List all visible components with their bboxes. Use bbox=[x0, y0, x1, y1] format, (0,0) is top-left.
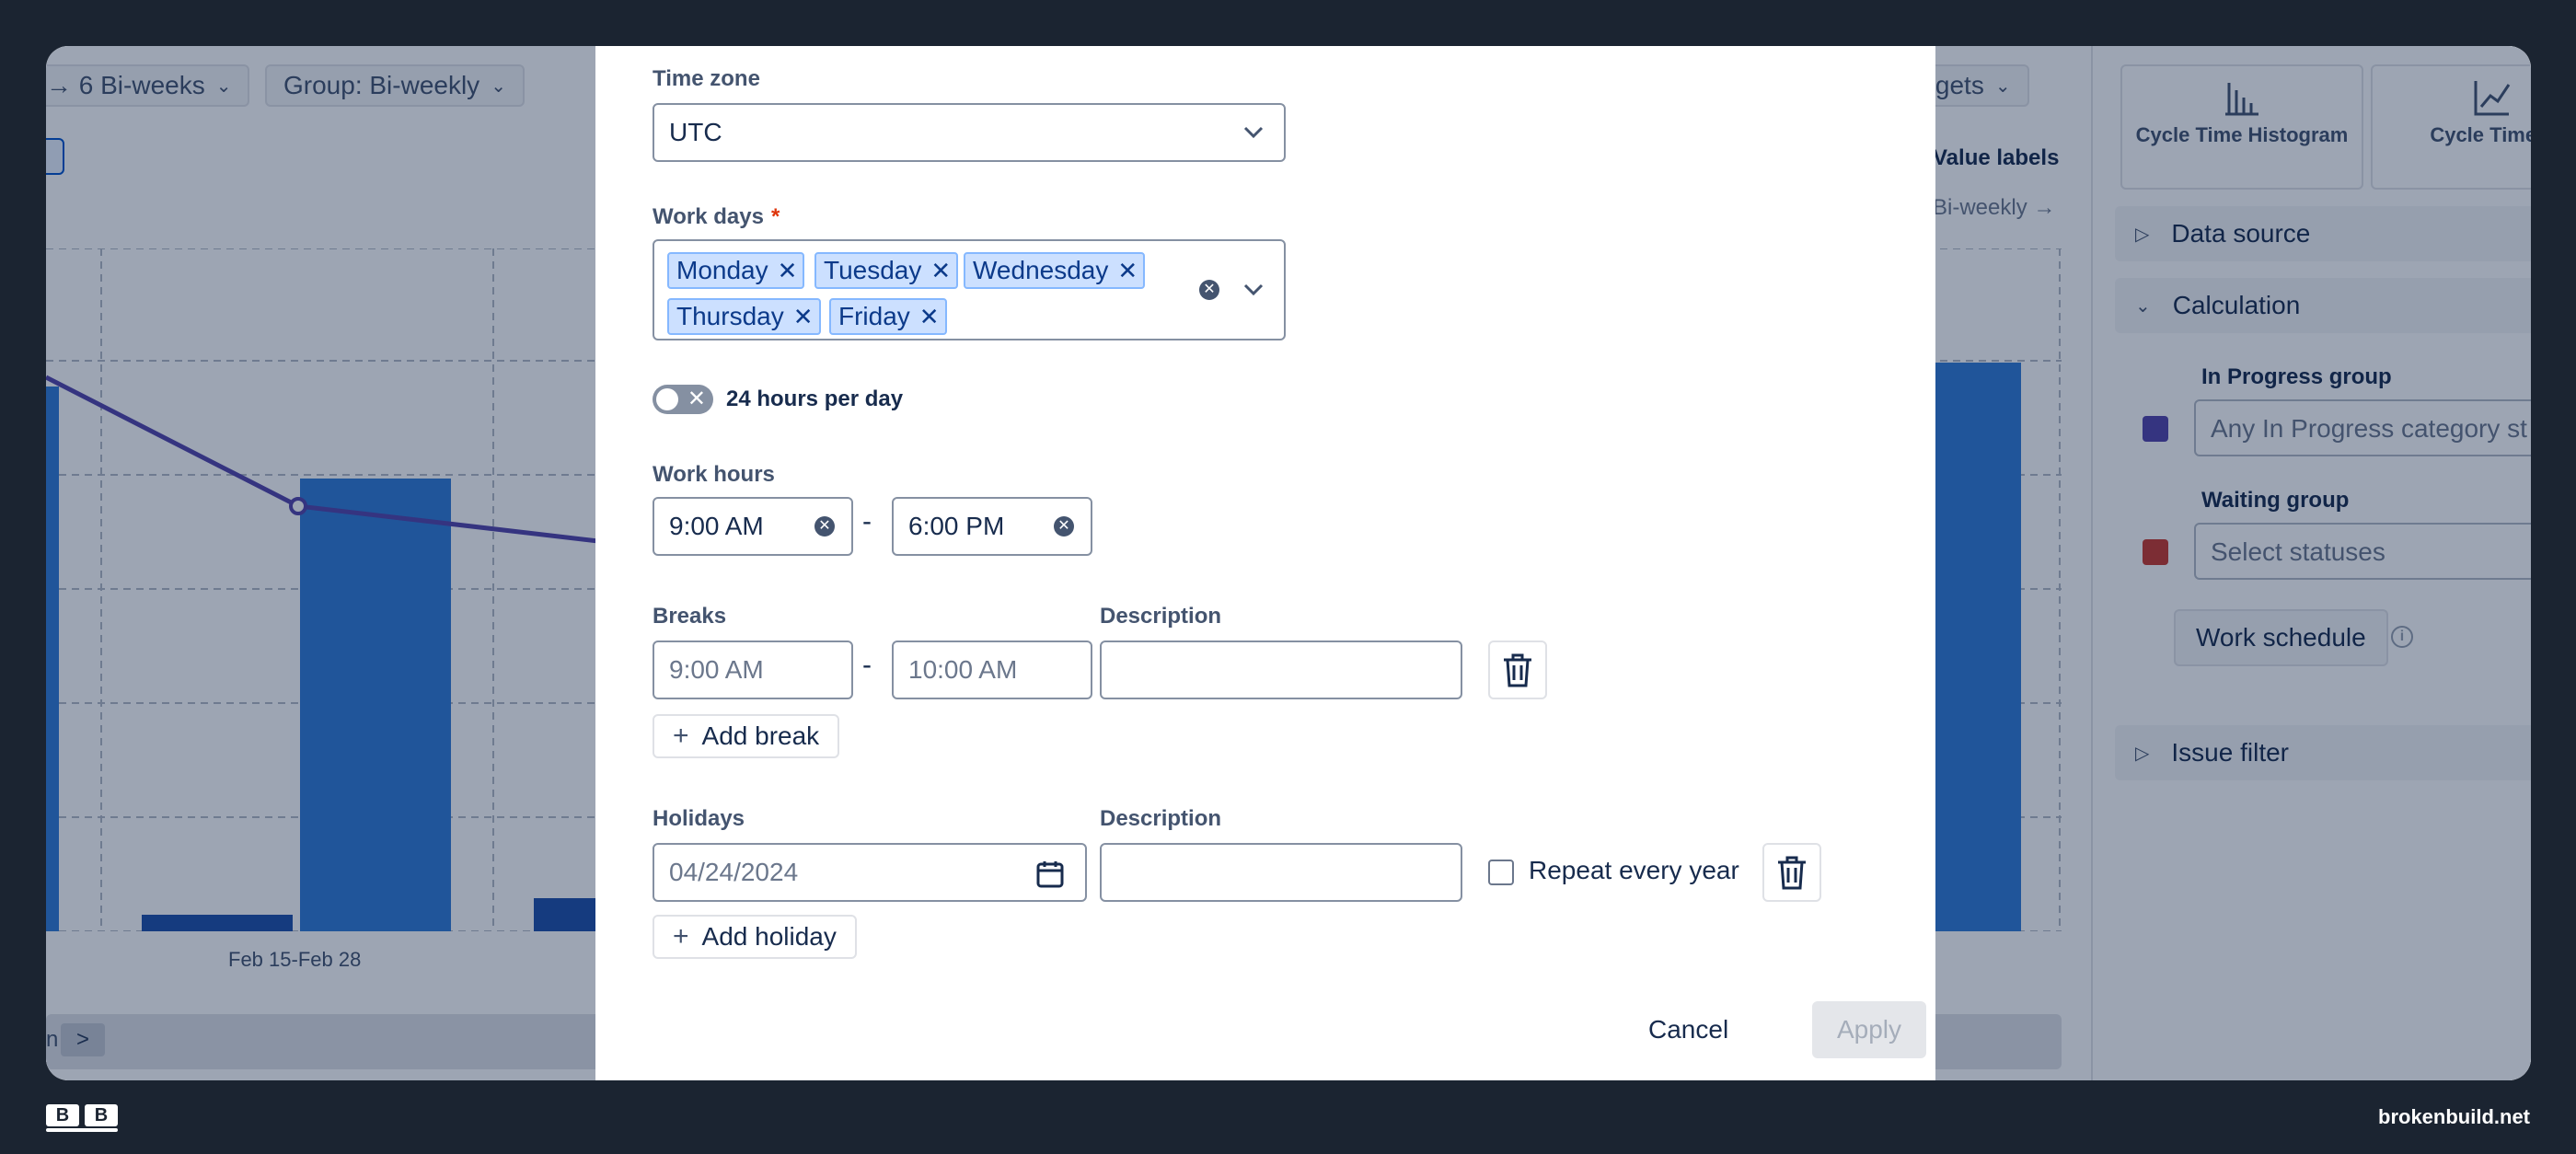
clear-icon[interactable]: ✕ bbox=[1054, 516, 1074, 537]
repeat-every-year-label: Repeat every year bbox=[1529, 856, 1739, 884]
work-day-tag: Thursday ✕ bbox=[667, 298, 821, 335]
trash-icon bbox=[1778, 856, 1806, 890]
holidays-label: Holidays bbox=[653, 806, 745, 831]
clear-icon[interactable]: ✕ bbox=[1199, 280, 1219, 300]
add-break-button[interactable]: + Add break bbox=[653, 714, 840, 758]
holiday-description-label: Description bbox=[1100, 806, 1222, 831]
remove-tag-icon[interactable]: ✕ bbox=[1117, 257, 1138, 285]
chevron-down-icon bbox=[1243, 126, 1264, 139]
logo-letter: B bbox=[85, 1104, 118, 1126]
brokenbuild-logo: B B bbox=[46, 1104, 118, 1132]
add-holiday-label: Add holiday bbox=[701, 922, 837, 951]
holiday-date-input[interactable]: 04/24/2024 bbox=[653, 843, 1087, 902]
hours-per-day-label: 24 hours per day bbox=[726, 387, 904, 411]
breaks-label: Breaks bbox=[653, 604, 727, 629]
work-schedule-dialog: Time zone UTC Work days * Monday ✕ Tuesda… bbox=[595, 46, 1935, 1080]
holiday-description-input[interactable] bbox=[1100, 843, 1462, 902]
chevron-down-icon[interactable] bbox=[1243, 283, 1264, 296]
break-end-input[interactable]: 10:00 AM bbox=[892, 640, 1092, 699]
site-name[interactable]: brokenbuild.net bbox=[2378, 1105, 2530, 1129]
work-day-tag: Tuesday ✕ bbox=[814, 252, 959, 289]
time-zone-label: Time zone bbox=[653, 66, 760, 91]
logo-letter: B bbox=[46, 1104, 79, 1126]
work-day-tag: Wednesday ✕ bbox=[964, 252, 1146, 289]
range-separator: - bbox=[862, 650, 872, 680]
clear-icon[interactable]: ✕ bbox=[814, 516, 835, 537]
break-description-label: Description bbox=[1100, 604, 1222, 629]
work-day-tag: Monday ✕ bbox=[667, 252, 805, 289]
break-description-input[interactable] bbox=[1100, 640, 1462, 699]
trash-icon bbox=[1504, 653, 1531, 687]
remove-tag-icon[interactable]: ✕ bbox=[919, 303, 940, 331]
cancel-button[interactable]: Cancel bbox=[1628, 1001, 1749, 1058]
work-hours-end[interactable]: 6:00 PM ✕ bbox=[892, 497, 1092, 556]
toggle-off-icon: ✕ bbox=[687, 387, 706, 411]
break-start-input[interactable]: 9:00 AM bbox=[653, 640, 853, 699]
work-hours-end-value: 6:00 PM bbox=[908, 512, 1005, 540]
work-hours-start[interactable]: 9:00 AM ✕ bbox=[653, 497, 853, 556]
range-separator: - bbox=[862, 506, 872, 537]
delete-break-button[interactable] bbox=[1488, 640, 1547, 699]
work-days-label-text: Work days bbox=[653, 204, 764, 229]
logo-underline bbox=[46, 1128, 118, 1132]
hours-per-day-toggle[interactable]: ✕ bbox=[653, 385, 713, 414]
work-hours-label: Work hours bbox=[653, 462, 775, 487]
work-day-tag: Friday ✕ bbox=[829, 298, 947, 335]
plus-icon: + bbox=[673, 921, 689, 952]
work-days-multiselect[interactable]: Monday ✕ Tuesday ✕ Wednesday ✕ Thursday … bbox=[653, 239, 1286, 340]
work-day-tag-label: Friday bbox=[838, 302, 910, 330]
work-days-label: Work days * bbox=[653, 204, 780, 230]
required-marker: * bbox=[770, 204, 780, 229]
work-hours-start-value: 9:00 AM bbox=[669, 512, 764, 540]
add-holiday-button[interactable]: + Add holiday bbox=[653, 915, 857, 959]
add-break-label: Add break bbox=[701, 721, 820, 750]
apply-button[interactable]: Apply bbox=[1812, 1001, 1926, 1058]
calendar-icon[interactable] bbox=[1035, 860, 1065, 889]
remove-tag-icon[interactable]: ✕ bbox=[793, 303, 814, 331]
delete-holiday-button[interactable] bbox=[1762, 843, 1821, 902]
remove-tag-icon[interactable]: ✕ bbox=[778, 257, 798, 285]
plus-icon: + bbox=[673, 721, 689, 751]
work-day-tag-label: Thursday bbox=[676, 302, 784, 330]
time-zone-select[interactable]: UTC bbox=[653, 103, 1286, 162]
time-zone-value: UTC bbox=[669, 118, 722, 146]
work-day-tag-label: Monday bbox=[676, 256, 768, 284]
app-window: → 6 Bi-weeks ⌄ Group: Bi-weekly ⌄ argets… bbox=[46, 46, 2531, 1080]
break-end-placeholder: 10:00 AM bbox=[908, 655, 1018, 684]
break-start-placeholder: 9:00 AM bbox=[669, 655, 764, 684]
toggle-knob bbox=[656, 388, 678, 410]
work-day-tag-label: Wednesday bbox=[973, 256, 1109, 284]
remove-tag-icon[interactable]: ✕ bbox=[930, 257, 951, 285]
work-day-tag-label: Tuesday bbox=[824, 256, 922, 284]
holiday-date-placeholder: 04/24/2024 bbox=[669, 858, 799, 886]
repeat-every-year-checkbox[interactable] bbox=[1488, 860, 1514, 885]
